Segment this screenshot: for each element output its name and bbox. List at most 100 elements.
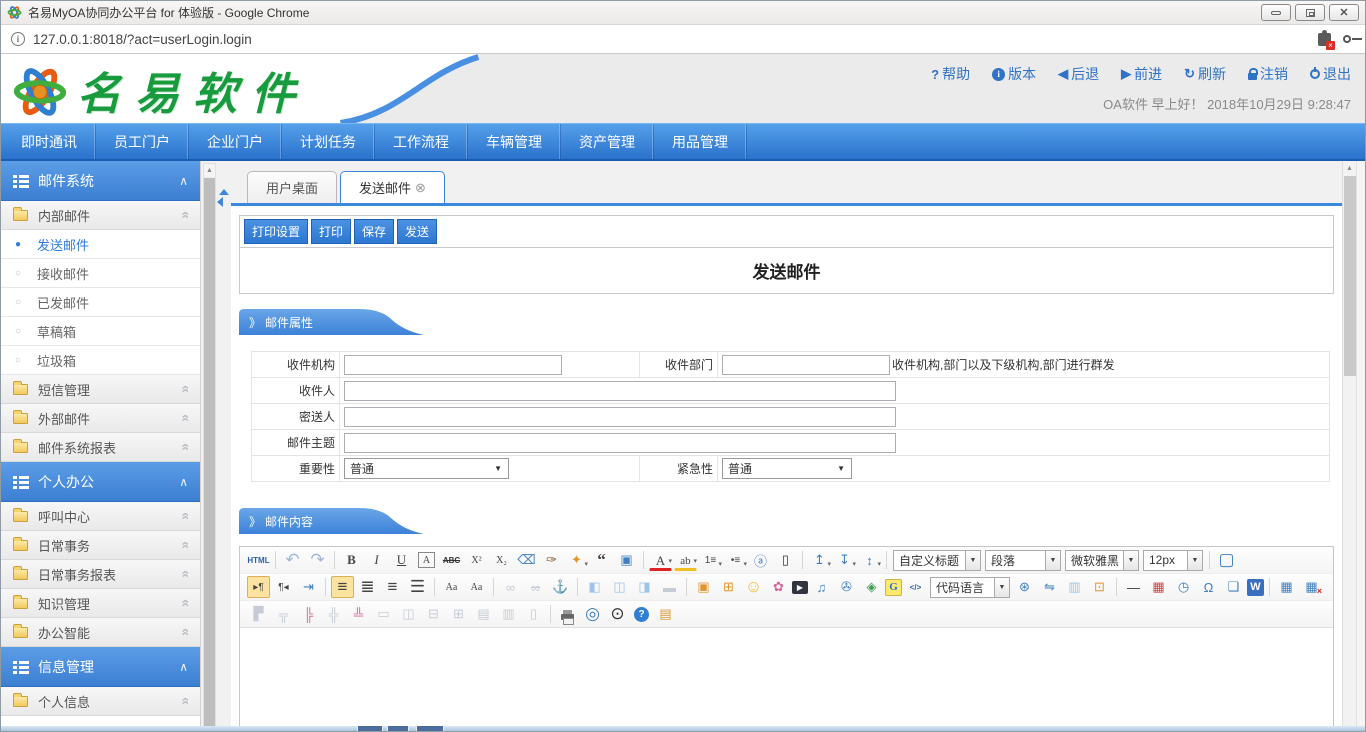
sidebar-section-header[interactable]: 信息管理∧ bbox=[1, 647, 200, 687]
link-icon[interactable]: ∞ bbox=[499, 576, 522, 598]
sidebar-leaf-item[interactable]: ○垃圾箱 bbox=[1, 346, 200, 375]
line-height-icon[interactable]: ↕ bbox=[858, 549, 881, 571]
bold-icon[interactable]: B bbox=[340, 549, 363, 571]
web-widget-icon[interactable]: ⊛ bbox=[1013, 576, 1036, 598]
sidebar-folder-item[interactable]: 呼叫中心» bbox=[1, 502, 200, 531]
sidebar-section-header[interactable]: 个人办公∧ bbox=[1, 462, 200, 502]
strikethrough-icon[interactable]: ABC bbox=[440, 549, 463, 571]
blank-doc-icon[interactable]: ▯ bbox=[774, 549, 797, 571]
ltr-paragraph-icon[interactable]: ▸¶ bbox=[247, 576, 270, 598]
sidebar-collapse-toggle[interactable] bbox=[219, 189, 229, 207]
indent-icon[interactable]: ⇥ bbox=[297, 576, 320, 598]
url-text[interactable]: 127.0.0.1:8018/?act=userLogin.login bbox=[33, 32, 1318, 47]
delete-table-icon[interactable]: ▦ bbox=[1300, 576, 1323, 598]
table-border-icon[interactable]: ▥ bbox=[497, 603, 520, 625]
delete-col-icon[interactable]: ╩ bbox=[347, 603, 370, 625]
italic-icon[interactable]: I bbox=[365, 549, 388, 571]
redo-icon[interactable]: ↷ bbox=[306, 549, 329, 571]
format-brush-icon[interactable]: ✑ bbox=[540, 549, 563, 571]
sidebar-folder-item[interactable]: 内部邮件» bbox=[1, 201, 200, 230]
nav-item-6[interactable]: 车辆管理 bbox=[468, 124, 561, 159]
align-justify-icon[interactable]: ☰ bbox=[406, 576, 429, 598]
scroll-up-icon[interactable]: ▲ bbox=[204, 164, 215, 177]
nav-item-4[interactable]: 计划任务 bbox=[282, 124, 375, 159]
anchor-style-icon[interactable]: ⓐ bbox=[749, 549, 772, 571]
bottom-scroll-strip[interactable] bbox=[1, 726, 1365, 731]
sidebar-folder-item[interactable]: 知识管理» bbox=[1, 589, 200, 618]
importance-select[interactable]: 普通▼ bbox=[344, 458, 509, 479]
to-lowercase-icon[interactable]: Aa bbox=[465, 576, 488, 598]
forward-link[interactable]: ▶前进 bbox=[1121, 64, 1162, 84]
font-family-select[interactable]: 微软雅黑▼ bbox=[1065, 550, 1139, 571]
img-float-right-icon[interactable]: ◨ bbox=[633, 576, 656, 598]
editor-content-area[interactable] bbox=[240, 627, 1333, 732]
custom-title-select[interactable]: 自定义标题▼ bbox=[893, 550, 981, 571]
fullscreen-icon[interactable]: ▢ bbox=[1215, 549, 1238, 571]
word-import-icon[interactable]: W bbox=[1247, 579, 1264, 596]
insert-date-icon[interactable]: ▦ bbox=[1147, 576, 1170, 598]
nav-item-2[interactable]: 员工门户 bbox=[96, 124, 189, 159]
split-rows-icon[interactable]: ⊟ bbox=[422, 603, 445, 625]
nav-item-3[interactable]: 企业门户 bbox=[189, 124, 282, 159]
paragraph-format-select[interactable]: 段落▼ bbox=[985, 550, 1061, 571]
template-icon[interactable]: ❏ bbox=[1222, 576, 1245, 598]
maximize-button[interactable] bbox=[1295, 4, 1325, 21]
split-cols-icon[interactable]: ⊞ bbox=[447, 603, 470, 625]
to-uppercase-icon[interactable]: Aa bbox=[440, 576, 463, 598]
paragraph-spacing-bottom-icon[interactable]: ↧ bbox=[833, 549, 856, 571]
paste-text-icon[interactable]: ▣ bbox=[615, 549, 638, 571]
doc-preview-icon[interactable]: ▯ bbox=[522, 603, 545, 625]
delete-row-icon[interactable]: ╬ bbox=[322, 603, 345, 625]
sidebar-leaf-item[interactable]: ○草稿箱 bbox=[1, 317, 200, 346]
content-scroll-thumb[interactable] bbox=[1344, 176, 1356, 376]
sidebar-leaf-item[interactable]: ○接收邮件 bbox=[1, 259, 200, 288]
emotion-icon[interactable]: ☺ bbox=[742, 576, 765, 598]
toolbar-button-4[interactable]: 发送 bbox=[397, 219, 437, 244]
attachment-icon[interactable]: ✇ bbox=[835, 576, 858, 598]
underline-icon[interactable]: U bbox=[390, 549, 413, 571]
scroll-up-icon[interactable]: ▲ bbox=[1343, 161, 1356, 175]
sidebar-folder-item[interactable]: 个人信息» bbox=[1, 687, 200, 716]
img-inline-icon[interactable]: ◫ bbox=[608, 576, 631, 598]
undo-icon[interactable]: ↶ bbox=[281, 549, 304, 571]
sidebar-scrollbar[interactable]: ▲ bbox=[203, 163, 216, 731]
insert-table-icon[interactable]: ▦ bbox=[1275, 576, 1298, 598]
sidebar-folder-item[interactable]: 外部邮件» bbox=[1, 404, 200, 433]
sidebar-leaf-item[interactable]: ●发送邮件 bbox=[1, 230, 200, 259]
minimize-button[interactable] bbox=[1261, 4, 1291, 21]
find-replace-icon[interactable]: ⊙ bbox=[606, 603, 629, 625]
ordered-list-icon[interactable]: 1≡ bbox=[699, 549, 722, 571]
scrawl-icon[interactable]: ✿ bbox=[767, 576, 790, 598]
font-color-icon[interactable]: A bbox=[649, 552, 672, 571]
recipient-org-input[interactable] bbox=[344, 355, 562, 375]
insert-code-icon[interactable]: </> bbox=[904, 576, 927, 598]
version-link[interactable]: i版本 bbox=[992, 64, 1036, 84]
highlight-color-icon[interactable]: ab bbox=[674, 552, 697, 571]
refresh-link[interactable]: ↻刷新 bbox=[1184, 64, 1226, 84]
sidebar-scroll-thumb[interactable] bbox=[204, 178, 215, 726]
password-key-icon[interactable] bbox=[1343, 35, 1351, 43]
table-title-icon[interactable]: ▛ bbox=[247, 603, 270, 625]
recipient-dept-input[interactable] bbox=[722, 355, 890, 375]
exit-link[interactable]: 退出 bbox=[1310, 64, 1351, 84]
align-right-icon[interactable]: ≡ bbox=[381, 576, 404, 598]
insert-map-icon[interactable]: ◈ bbox=[860, 576, 883, 598]
recipient-input[interactable] bbox=[344, 381, 896, 401]
anchor-icon[interactable]: ⚓ bbox=[549, 576, 572, 598]
page-break-icon[interactable]: ⇋ bbox=[1038, 576, 1061, 598]
tab-close-icon[interactable]: ⊗ bbox=[415, 180, 426, 196]
extension-blocked-icon[interactable] bbox=[1318, 33, 1331, 46]
sidebar-section-header[interactable]: 邮件系统∧ bbox=[1, 161, 200, 201]
close-button[interactable]: ✕ bbox=[1329, 4, 1359, 21]
nav-item-5[interactable]: 工作流程 bbox=[375, 124, 468, 159]
help-icon[interactable]: ? bbox=[634, 607, 649, 622]
sidebar-folder-item[interactable]: 邮件系统报表» bbox=[1, 433, 200, 462]
code-language-select[interactable]: 代码语言▼ bbox=[930, 577, 1010, 598]
toolbar-button-2[interactable]: 打印 bbox=[311, 219, 351, 244]
split-cell-icon[interactable]: ◫ bbox=[397, 603, 420, 625]
unordered-list-icon[interactable]: •≡ bbox=[724, 549, 747, 571]
image-manager-icon[interactable]: ⊞ bbox=[717, 576, 740, 598]
content-scrollbar[interactable]: ▲ bbox=[1342, 161, 1356, 732]
paragraph-spacing-top-icon[interactable]: ↥ bbox=[808, 549, 831, 571]
address-bar[interactable]: i 127.0.0.1:8018/?act=userLogin.login bbox=[1, 25, 1365, 54]
